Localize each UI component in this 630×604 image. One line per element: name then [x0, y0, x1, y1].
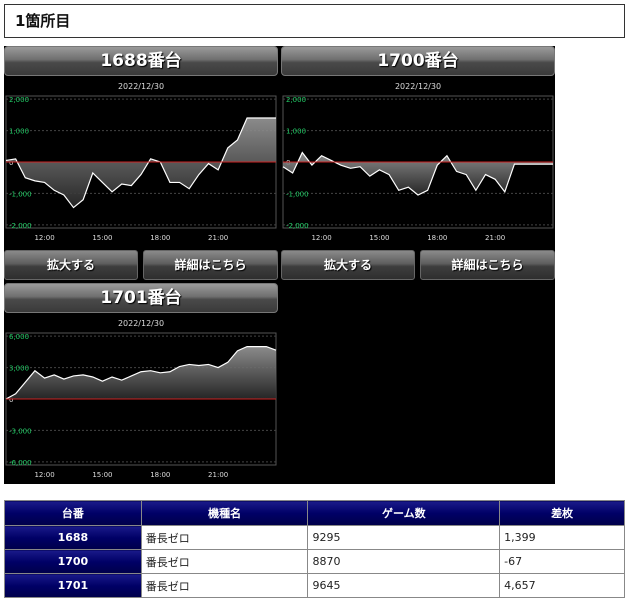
- details-button[interactable]: 詳細はこちら: [143, 250, 278, 280]
- machine-card-1701: 1701番台 2022/12/30 6,000 3,000 0 -3,000 -6,00…: [4, 283, 278, 483]
- x-tick-label: 12:00: [34, 234, 54, 242]
- zoom-button[interactable]: 拡大する: [281, 250, 415, 280]
- y-tick-label: -6,000: [9, 459, 32, 467]
- results-table: 台番 機種名 ゲーム数 差枚 1688 番長ゼロ 9295 1,399 1700…: [4, 500, 625, 598]
- y-tick-label: 3,000: [9, 365, 29, 373]
- machine-title: 1701番台: [4, 283, 278, 313]
- y-tick-label: -3,000: [9, 427, 32, 435]
- diff-cell: 1,399: [499, 525, 625, 550]
- machine-title: 1688番台: [4, 46, 278, 76]
- machine-card-1700: 1700番台 2022/12/30 2,0001,0000-1,000-2,00…: [281, 46, 555, 280]
- machine-title: 1700番台: [281, 46, 555, 76]
- y-tick-label: 2,000: [286, 96, 306, 104]
- y-tick-label: 1,000: [286, 128, 306, 136]
- x-tick-label: 18:00: [150, 234, 170, 242]
- col-header-diff: 差枚: [499, 500, 625, 526]
- page-title: 1箇所目: [4, 4, 625, 38]
- details-button[interactable]: 詳細はこちら: [420, 250, 555, 280]
- table-row: 1688 番長ゼロ 9295 1,399: [4, 525, 625, 550]
- zoom-button[interactable]: 拡大する: [4, 250, 138, 280]
- x-tick-label: 15:00: [92, 471, 112, 479]
- y-tick-label: -1,000: [286, 190, 309, 198]
- chart-date: 2022/12/30: [117, 319, 165, 328]
- x-tick-label: 15:00: [369, 234, 389, 242]
- model-cell: 番長ゼロ: [140, 573, 309, 598]
- diff-cell: 4,657: [499, 573, 625, 598]
- payout-chart-1701: 6,0003,0000-3,000-6,00012:00 15:00 18:00 21…: [5, 332, 277, 479]
- x-tick-label: 21:00: [208, 234, 228, 242]
- col-header-model: 機種名: [140, 500, 309, 526]
- x-tick-label: 18:00: [150, 471, 170, 479]
- chart-date: 2022/12/30: [117, 82, 165, 91]
- y-tick-label: -2,000: [9, 222, 32, 230]
- y-tick-label: -2,000: [286, 222, 309, 230]
- payout-chart-1700: 2,0001,0000-1,000-2,00012:0015:0018:0021…: [282, 95, 554, 242]
- table-header-row: 台番 機種名 ゲーム数 差枚: [4, 500, 625, 526]
- table-row: 1700 番長ゼロ 8870 -67: [4, 549, 625, 574]
- games-cell: 8870: [307, 549, 501, 574]
- y-tick-label: 6,000: [9, 333, 29, 341]
- chart-date: 2022/12/30: [394, 82, 442, 91]
- x-tick-label: 15:00: [92, 234, 112, 242]
- model-cell: 番長ゼロ: [140, 525, 309, 550]
- x-tick-label: 21:00: [208, 471, 228, 479]
- y-tick-label: -1,000: [9, 190, 32, 198]
- x-tick-label: 18:00: [427, 234, 447, 242]
- col-header-games: ゲーム数: [307, 500, 501, 526]
- payout-chart-1688: 2,0001,0000-1,000-2,00012:00 15:00 18:00 21…: [5, 95, 277, 242]
- machine-number-cell: 1688: [4, 525, 142, 550]
- x-tick-label: 21:00: [485, 234, 505, 242]
- machine-card-1688: 1688番台 2022/12/30 2,000 1,000 0 -1,000 -2,00…: [4, 46, 278, 280]
- model-cell: 番長ゼロ: [140, 549, 309, 574]
- games-cell: 9295: [307, 525, 501, 550]
- y-tick-label: 2,000: [9, 96, 29, 104]
- col-header-number: 台番: [4, 500, 142, 526]
- machine-number-cell: 1701: [4, 573, 142, 598]
- table-row: 1701 番長ゼロ 9645 4,657: [4, 573, 625, 598]
- x-tick-label: 12:00: [311, 234, 331, 242]
- games-cell: 9645: [307, 573, 501, 598]
- machine-number-cell: 1700: [4, 549, 142, 574]
- graph-panel: 1688番台 2022/12/30 2,000 1,000 0 -1,000 -2,00…: [4, 46, 555, 484]
- x-tick-label: 12:00: [34, 471, 54, 479]
- diff-cell: -67: [499, 549, 625, 574]
- y-tick-label: 1,000: [9, 128, 29, 136]
